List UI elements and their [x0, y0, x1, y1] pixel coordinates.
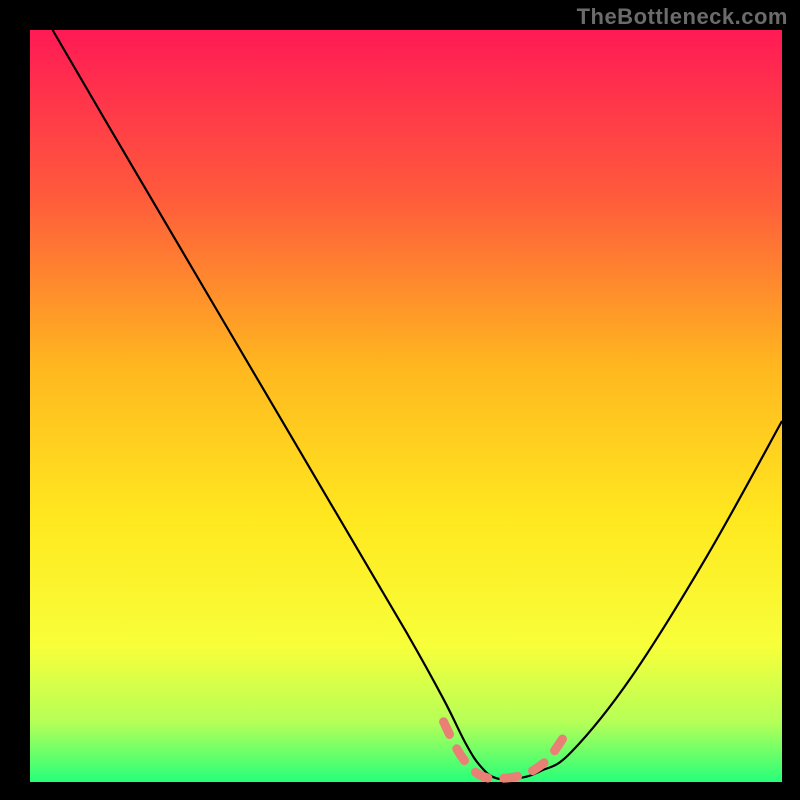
watermark-text: TheBottleneck.com [577, 4, 788, 30]
plot-area [30, 30, 782, 782]
bottleneck-curve-chart [0, 0, 800, 800]
chart-frame: TheBottleneck.com [0, 0, 800, 800]
